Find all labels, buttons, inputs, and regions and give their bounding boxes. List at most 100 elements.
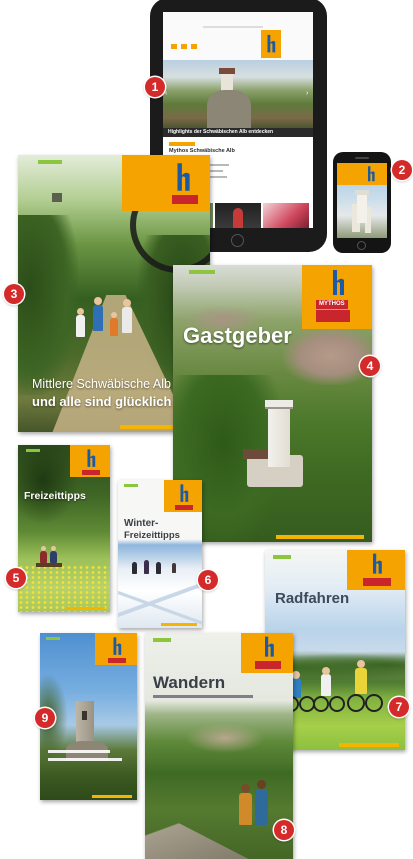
logo-red-mark [316,310,350,322]
subtitle-line [153,695,253,698]
castle-tower-top [355,190,369,195]
badge-8: 8 [274,820,294,840]
phone-speaker [355,157,369,159]
snowshoe-hiker [144,560,149,574]
castle-tower-top [265,400,293,409]
hiker-head [123,299,131,307]
cover-text-line [48,750,110,753]
cyclist-head [322,667,330,675]
region-tag [38,160,62,164]
brochure-tagline: und alle sind glücklich [32,394,172,409]
bike-wheel [347,694,365,712]
hero-castle [221,72,233,92]
brochure-title-line1: Winter- [124,518,159,529]
home-button[interactable] [357,241,366,250]
mythos-logo-icon [265,636,274,657]
slider-arrow-left-icon[interactable]: ‹ [165,90,167,97]
cover-text-line [48,758,122,761]
region-tag [189,270,215,274]
brochure-wandern: Wandern [145,633,293,859]
thumbnail-person [233,208,243,228]
logo-block [164,480,202,512]
mythos-logo-icon [267,34,276,53]
logo-red-mark [82,470,100,475]
hiker-head [94,297,102,305]
logo-block: MYTHOS [302,265,372,329]
badge-9: 9 [35,708,55,728]
logo-block [95,633,137,665]
logo-red-mark [175,505,193,510]
hiker [122,307,132,333]
cyclist-head [357,660,365,668]
hiker-head [241,784,250,793]
snow-tracks [118,575,202,628]
brochure-freizeittipps: Freizeittipps [18,445,110,612]
hero-rock [207,90,251,128]
snowshoe-hiker [132,562,137,574]
website-header [163,12,313,60]
article-title: Mythos Schwäbische Alb [169,148,235,154]
hero-caption: Highlights der Schwäbischen Alb entdecke… [163,128,313,137]
footer-strip [65,607,105,610]
region-tag [124,484,138,487]
hiker [110,318,118,336]
logo-block [241,633,293,673]
home-button[interactable] [231,234,244,247]
meadow-flowers [18,565,110,612]
cyclist [321,674,331,696]
stone-wall [145,805,249,859]
badge-3: 3 [4,284,24,304]
article-tag [169,142,195,146]
thumbnail[interactable] [263,203,309,228]
thumbnail[interactable] [215,203,261,228]
person-head [41,546,46,551]
bench [36,563,62,567]
person-on-bench [40,551,47,563]
region-tag [153,638,171,642]
bike-wheel [313,696,329,712]
mythos-logo-icon [373,553,382,574]
phone-header [337,163,387,185]
castle-tower [357,193,367,223]
brochure-subtitle: Mittlere Schwäbische Alb [32,377,171,391]
snowshoe-hiker [156,562,161,574]
brochure-title-line2: Freizeittipps [124,530,180,541]
logo-block [70,445,110,477]
mythos-logo-icon [113,637,122,655]
forest-left [18,215,78,395]
nav-text [203,26,263,28]
footer-strip [92,795,132,798]
snowshoe-hiker [172,563,176,573]
badge-1: 1 [145,77,165,97]
bike-wheel [329,696,345,712]
badge-2: 2 [392,160,412,180]
badge-5: 5 [6,568,26,588]
smartphone-device [333,152,391,253]
region-tag [46,637,60,640]
phone-screen [337,163,387,238]
hilltop-castle [52,193,62,202]
castle-tower [268,405,290,467]
hiker-head [111,312,117,318]
brochure-title: Gastgeber [183,323,292,348]
logo-block [122,155,210,211]
footer-strip [161,623,197,626]
logo-red-mark [363,578,391,586]
logo-red-mark [108,658,126,663]
hiker [93,305,103,331]
hiker-head [257,780,266,789]
person-head [51,546,56,551]
mythos-logo-icon [177,163,190,191]
logo-red-mark [255,661,281,669]
brochure-gastgeber: MYTHOS Gastgeber [173,265,372,542]
hero-image: ‹ › [163,60,313,128]
hiker [239,793,252,825]
footer-strip [339,743,399,747]
cyclist [355,668,367,694]
region-tag [273,555,291,559]
website-logo-block [261,30,281,58]
logo-wordmark: MYTHOS [316,300,348,309]
slider-arrow-right-icon[interactable]: › [306,90,308,97]
region-tag [26,449,40,452]
mythos-logo-icon [180,484,189,502]
